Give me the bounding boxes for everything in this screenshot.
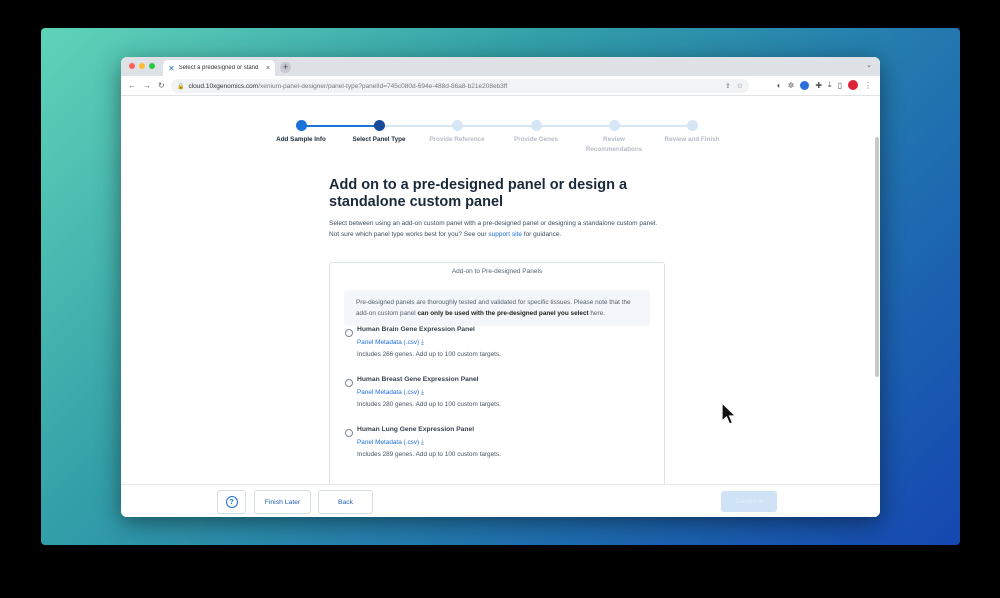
browser-window: ✕ Select a predesigned or stand × + ⌄ ← …: [121, 57, 880, 517]
stepper-step: Select Panel Type: [344, 120, 414, 145]
info-tail: here.: [588, 310, 605, 317]
tab-list-chevron-icon[interactable]: ⌄: [866, 61, 872, 69]
close-window-button[interactable]: [129, 63, 135, 69]
minimize-window-button[interactable]: [139, 63, 145, 69]
help-icon: ?: [225, 496, 238, 508]
url-host: cloud.10xgenomics.com: [188, 82, 259, 90]
settings-extension-icon[interactable]: ✲: [788, 81, 795, 90]
step-indicator: [295, 120, 307, 131]
nav-buttons: ← → ↻: [128, 81, 165, 90]
panel-description: Includes 289 genes. Add up to 100 custom…: [357, 451, 501, 458]
step-indicator: [451, 120, 463, 131]
forward-arrow-icon[interactable]: →: [143, 81, 151, 90]
panel-name: Human Breast Gene Expression Panel: [357, 376, 479, 383]
share-icon[interactable]: ⇪: [725, 82, 731, 90]
panel-radio[interactable]: [345, 329, 353, 337]
profile-avatar[interactable]: [848, 80, 858, 90]
panel-option[interactable]: Human Breast Gene Expression Panel Panel…: [345, 376, 664, 426]
step-label: Review Recommendations: [585, 136, 643, 153]
stepper-step: Add Sample Info: [266, 120, 336, 145]
menu-kebab-icon[interactable]: ⋮: [864, 81, 872, 90]
url-path: /xenium-panel-designer/panel-type?panelI…: [258, 82, 508, 90]
10x-logo-icon: ✕: [168, 63, 175, 73]
card-title: Add-on to Pre-designed Panels: [451, 268, 543, 275]
footer-bar: ? Finish Later Back Continue: [121, 484, 880, 517]
new-tab-button[interactable]: +: [280, 62, 291, 73]
mouse-cursor-icon: [721, 402, 737, 425]
info-box: Pre-designed panels are thoroughly teste…: [344, 290, 650, 326]
zoom-window-button[interactable]: [149, 63, 155, 69]
window-controls: [129, 63, 155, 69]
back-button[interactable]: Back: [318, 490, 373, 514]
stepper-step: Review and Finish: [657, 120, 727, 145]
continue-button[interactable]: Continue: [721, 491, 777, 512]
panel-option[interactable]: Human Lung Gene Expression Panel Panel M…: [345, 426, 664, 476]
omnibox-actions: ⇪ ☆: [725, 82, 743, 90]
panel-radio[interactable]: [345, 429, 353, 437]
description-tail: for guidance.: [521, 231, 562, 238]
intro-section: Add on to a pre-designed panel or design…: [329, 177, 669, 240]
reload-icon[interactable]: ↻: [158, 81, 165, 90]
panel-description: Includes 266 genes. Add up to 100 custom…: [357, 351, 501, 358]
bookmark-star-icon[interactable]: ☆: [737, 82, 743, 90]
info-bold-text: can only be used with the pre-designed p…: [417, 310, 589, 317]
extensions-area: ◐ ✲ ✚ ⤓ ▯ ⋮: [777, 80, 872, 90]
extension-icon[interactable]: ◐: [777, 81, 782, 90]
panel-description: Includes 280 genes. Add up to 100 custom…: [357, 401, 501, 408]
progress-stepper: Add Sample Info Select Panel Type Provide …: [271, 120, 721, 160]
stepper-step: Review Recommendations: [579, 120, 649, 154]
addon-panels-card: Add-on to Pre-designed Panels Pre-design…: [329, 262, 665, 517]
lock-icon[interactable]: 🔒: [177, 83, 184, 90]
panel-name: Human Lung Gene Expression Panel: [357, 426, 475, 433]
support-site-link[interactable]: support site: [488, 231, 522, 238]
panel-option[interactable]: Human Brain Gene Expression Panel Panel …: [345, 326, 664, 376]
page-title: Add on to a pre-designed panel or design…: [329, 177, 628, 210]
url-text[interactable]: cloud.10xgenomics.com/xenium-panel-desig…: [188, 83, 507, 90]
panel-metadata-link[interactable]: Panel Metadata (.csv) ⤓: [357, 439, 424, 447]
url-bar[interactable]: 🔒 cloud.10xgenomics.com/xenium-panel-des…: [171, 79, 749, 93]
page-content: Add Sample Info Select Panel Type Provide …: [121, 96, 880, 517]
step-indicator: [608, 120, 620, 131]
panel-name: Human Brain Gene Expression Panel: [357, 326, 475, 333]
address-bar-row: ← → ↻ 🔒 cloud.10xgenomics.com/xenium-pan…: [121, 76, 880, 96]
help-button[interactable]: ?: [217, 490, 246, 514]
back-arrow-icon[interactable]: ←: [128, 81, 136, 90]
panel-metadata-link[interactable]: Panel Metadata (.csv) ⤓: [357, 339, 424, 347]
step-label: Select Panel Type: [352, 136, 406, 143]
browser-tab[interactable]: ✕ Select a predesigned or stand ×: [163, 60, 275, 76]
puzzle-icon[interactable]: ✚: [815, 81, 822, 90]
download-icon: ⤓: [420, 389, 424, 396]
panel-metadata-link[interactable]: Panel Metadata (.csv) ⤓: [357, 389, 424, 397]
step-label: Review and Finish: [664, 136, 720, 143]
step-label: Add Sample Info: [276, 136, 326, 143]
panel-metadata-link-text: Panel Metadata (.csv): [357, 339, 420, 346]
panel-metadata-link-text: Panel Metadata (.csv): [357, 389, 420, 396]
step-indicator: [530, 120, 542, 131]
finish-later-button[interactable]: Finish Later: [254, 490, 311, 514]
tab-bar: ✕ Select a predesigned or stand × + ⌄: [121, 57, 880, 76]
sidebar-icon[interactable]: ▯: [838, 81, 842, 90]
panel-radio[interactable]: [345, 379, 353, 387]
close-tab-icon[interactable]: ×: [266, 65, 270, 72]
stepper-step: Provide Reference: [422, 120, 492, 145]
download-icon: ⤓: [420, 339, 424, 346]
step-label: Provide Genes: [513, 136, 559, 143]
tab-title: Select a predesigned or stand: [178, 65, 259, 71]
step-label: Provide Reference: [429, 136, 485, 143]
panel-metadata-link-text: Panel Metadata (.csv): [357, 439, 420, 446]
step-indicator: [373, 120, 385, 131]
extension-blue-icon[interactable]: [800, 80, 810, 90]
page-scrollbar[interactable]: [875, 137, 879, 377]
stepper-step: Provide Genes: [501, 120, 571, 145]
step-indicator: [686, 120, 698, 131]
download-icon[interactable]: ⤓: [828, 80, 832, 90]
page-description: Select between using an add-on custom pa…: [329, 218, 669, 240]
download-icon: ⤓: [420, 439, 424, 446]
